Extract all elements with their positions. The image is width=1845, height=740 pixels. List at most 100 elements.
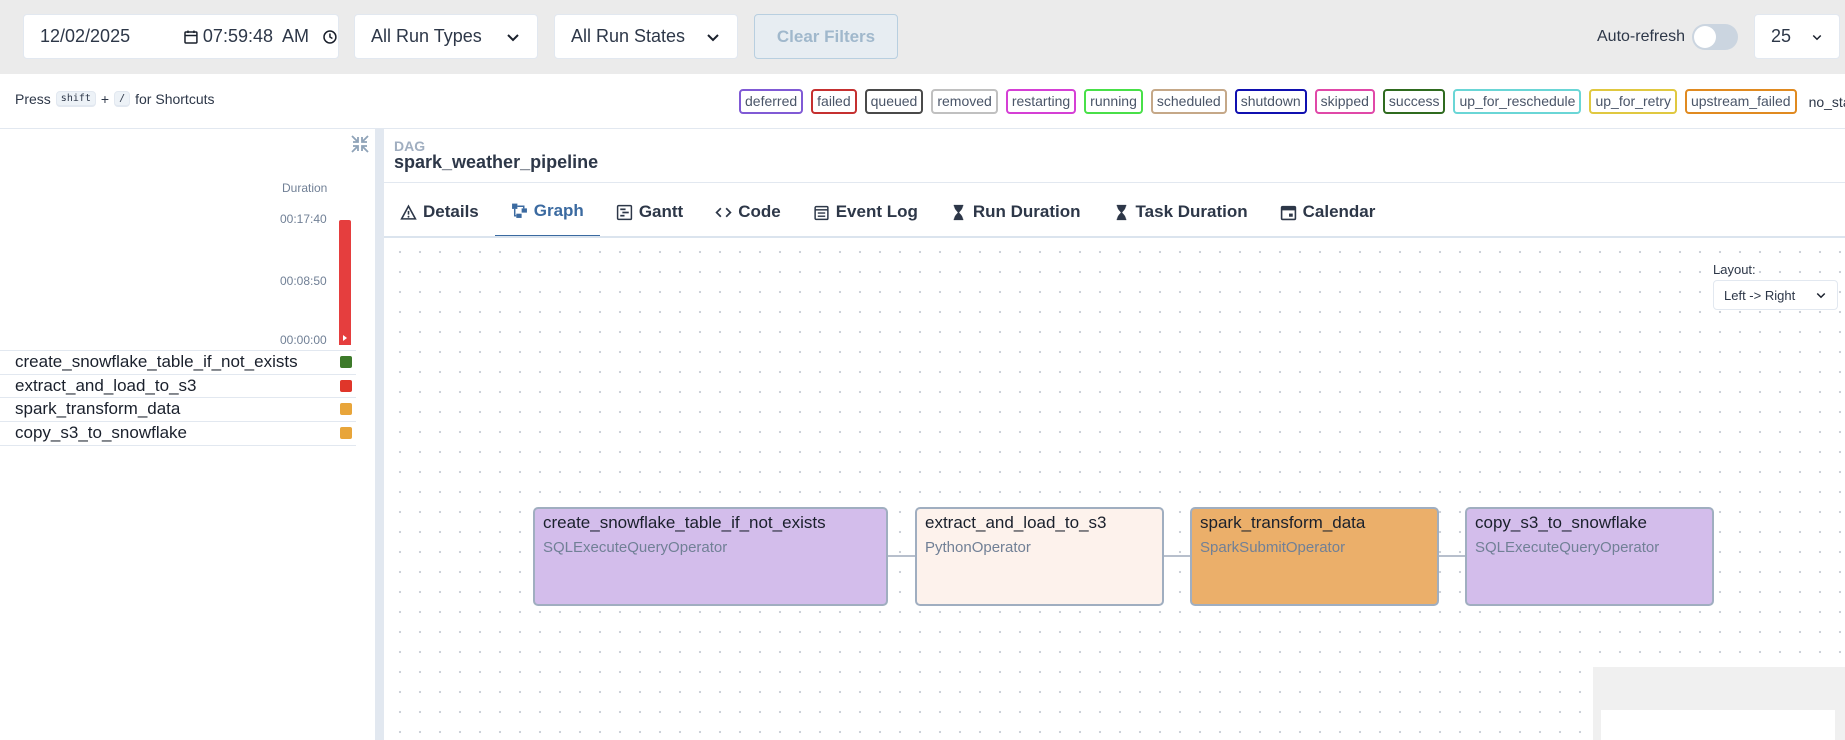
toggle-knob <box>1694 26 1716 48</box>
tab-label: Gantt <box>638 202 684 221</box>
graph-canvas[interactable] <box>384 238 1845 740</box>
shortcut-press: Press <box>15 91 51 107</box>
legend-chip-running[interactable]: running <box>1084 89 1143 114</box>
run-duration-bar[interactable] <box>339 220 351 345</box>
page-size-value: 25 <box>1771 26 1792 46</box>
tab-gantt[interactable]: Gantt <box>600 186 699 238</box>
play-icon <box>343 335 347 341</box>
task-node[interactable]: spark_transform_data SparkSubmitOperator <box>1190 507 1439 606</box>
task-name: copy_s3_to_snowflake <box>15 422 188 442</box>
legend-chip-skipped[interactable]: skipped <box>1314 89 1375 114</box>
chevron-down-icon <box>707 33 719 41</box>
run-states-select[interactable]: All Run States <box>554 14 738 59</box>
task-name: spark_transform_data <box>15 399 181 418</box>
legend-chip-success[interactable]: success <box>1382 89 1446 114</box>
hourglass-icon <box>1113 204 1130 221</box>
run-types-select[interactable]: All Run Types <box>354 14 538 59</box>
tab-graph[interactable]: Graph <box>494 186 600 238</box>
run-states-value: All Run States <box>571 26 686 46</box>
shift-key: shift <box>55 91 96 107</box>
legend-chip-no-status[interactable]: no_status <box>1805 94 1845 110</box>
task-node[interactable]: create_snowflake_table_if_not_exists SQLE… <box>533 507 888 606</box>
duration-tick: 00:17:40 <box>280 212 327 226</box>
tab-label: Task Duration <box>1135 202 1248 221</box>
date-value[interactable]: 12/02/2025 <box>40 26 183 47</box>
clear-filters-button[interactable]: Clear Filters <box>754 14 898 59</box>
layout-value: Left -> Right <box>1724 287 1796 303</box>
hourglass-icon <box>950 204 967 221</box>
legend-chip-up-for-retry[interactable]: up_for_retry <box>1589 89 1677 114</box>
filter-bar: 12/02/2025 07:59:48 AM All Run Types All… <box>0 0 1845 74</box>
chevron-down-icon <box>507 33 519 41</box>
task-node[interactable]: extract_and_load_to_s3 PythonOperator <box>915 507 1164 606</box>
duration-tick: 00:08:50 <box>280 274 327 288</box>
task-node-name: create_snowflake_table_if_not_exists <box>543 513 826 532</box>
task-row[interactable]: copy_s3_to_snowflake <box>0 420 356 444</box>
task-node-operator: SQLExecuteQueryOperator <box>543 539 728 556</box>
legend-chip-deferred[interactable]: deferred <box>739 89 804 114</box>
calendar-icon[interactable] <box>183 29 199 45</box>
run-types-value: All Run Types <box>371 26 482 46</box>
shortcut-plus: + <box>100 91 110 107</box>
task-row[interactable]: extract_and_load_to_s3 <box>0 373 356 397</box>
header-divider <box>384 182 1845 183</box>
dag-id: spark_weather_pipeline <box>394 152 599 172</box>
tab-event-log[interactable]: Event Log <box>797 186 934 238</box>
legend-chip-upstream-failed[interactable]: upstream_failed <box>1684 89 1797 114</box>
task-node-operator: PythonOperator <box>925 539 1031 556</box>
task-row[interactable]: create_snowflake_table_if_not_exists <box>0 350 356 373</box>
tab-label: Details <box>423 202 479 221</box>
legend-chip-queued[interactable]: queued <box>864 89 924 114</box>
chevron-down-icon <box>1816 292 1826 299</box>
layout-select[interactable]: Left -> Right <box>1713 280 1838 310</box>
duration-label: Duration <box>282 181 328 195</box>
minimap-viewport[interactable] <box>1601 710 1835 740</box>
task-instance-status[interactable] <box>340 426 352 439</box>
tab-code[interactable]: Code <box>699 186 797 238</box>
tab-label: Event Log <box>835 202 918 221</box>
collapse-icon[interactable] <box>349 133 371 155</box>
duration-tick: 00:00:00 <box>280 333 327 347</box>
task-instance-status[interactable] <box>340 379 352 392</box>
task-list-bottom-border <box>0 445 356 446</box>
slash-key: / <box>114 91 131 107</box>
graph-edge <box>1164 555 1190 557</box>
tab-label: Calendar <box>1302 202 1376 221</box>
task-row[interactable]: spark_transform_data <box>0 397 356 420</box>
legend-chip-up-for-reschedule[interactable]: up_for_reschedule <box>1453 89 1582 114</box>
graph-edge <box>1439 555 1465 557</box>
calendar-icon <box>1280 204 1297 221</box>
task-node-name: spark_transform_data <box>1200 513 1366 532</box>
dag-tabs: Details Graph Gantt Code Event Log Run Durati… <box>384 186 1391 239</box>
tab-run-duration[interactable]: Run Duration <box>934 186 1097 238</box>
graph-edge <box>888 555 915 557</box>
auto-refresh-toggle[interactable] <box>1692 24 1738 50</box>
shortcut-hint: Press shift + / for Shortcuts <box>15 91 215 107</box>
task-node[interactable]: copy_s3_to_snowflake SQLExecuteQueryOpera… <box>1465 507 1714 606</box>
task-node-name: copy_s3_to_snowflake <box>1475 513 1648 532</box>
tab-label: Code <box>738 202 781 221</box>
task-node-name: extract_and_load_to_s3 <box>925 513 1107 532</box>
auto-refresh-label: Auto-refresh <box>1597 28 1686 45</box>
legend-chip-shutdown[interactable]: shutdown <box>1234 89 1307 114</box>
panel-resize-handle[interactable] <box>375 129 384 740</box>
legend-chip-removed[interactable]: removed <box>931 89 998 114</box>
graph-icon <box>511 202 528 219</box>
task-instance-status[interactable] <box>340 403 352 415</box>
tab-calendar[interactable]: Calendar <box>1264 186 1392 238</box>
clock-icon[interactable] <box>322 29 338 45</box>
legend-chip-scheduled[interactable]: scheduled <box>1150 89 1227 114</box>
task-instance-status[interactable] <box>340 356 352 368</box>
execution-date-input[interactable]: 12/02/2025 07:59:48 AM <box>23 14 339 59</box>
tab-label: Run Duration <box>972 202 1081 221</box>
time-value[interactable]: 07:59:48 AM <box>203 26 322 47</box>
legend-chip-restarting[interactable]: restarting <box>1005 89 1077 114</box>
shortcut-suffix: for Shortcuts <box>135 91 215 107</box>
legend-chip-failed[interactable]: failed <box>811 89 857 114</box>
task-node-operator: SparkSubmitOperator <box>1200 539 1346 556</box>
tab-details[interactable]: Details <box>384 186 495 238</box>
tab-task-duration[interactable]: Task Duration <box>1097 186 1264 238</box>
page-size-select[interactable]: 25 <box>1754 14 1840 59</box>
layout-label: Layout: <box>1713 262 1756 277</box>
event-log-icon <box>813 204 830 221</box>
